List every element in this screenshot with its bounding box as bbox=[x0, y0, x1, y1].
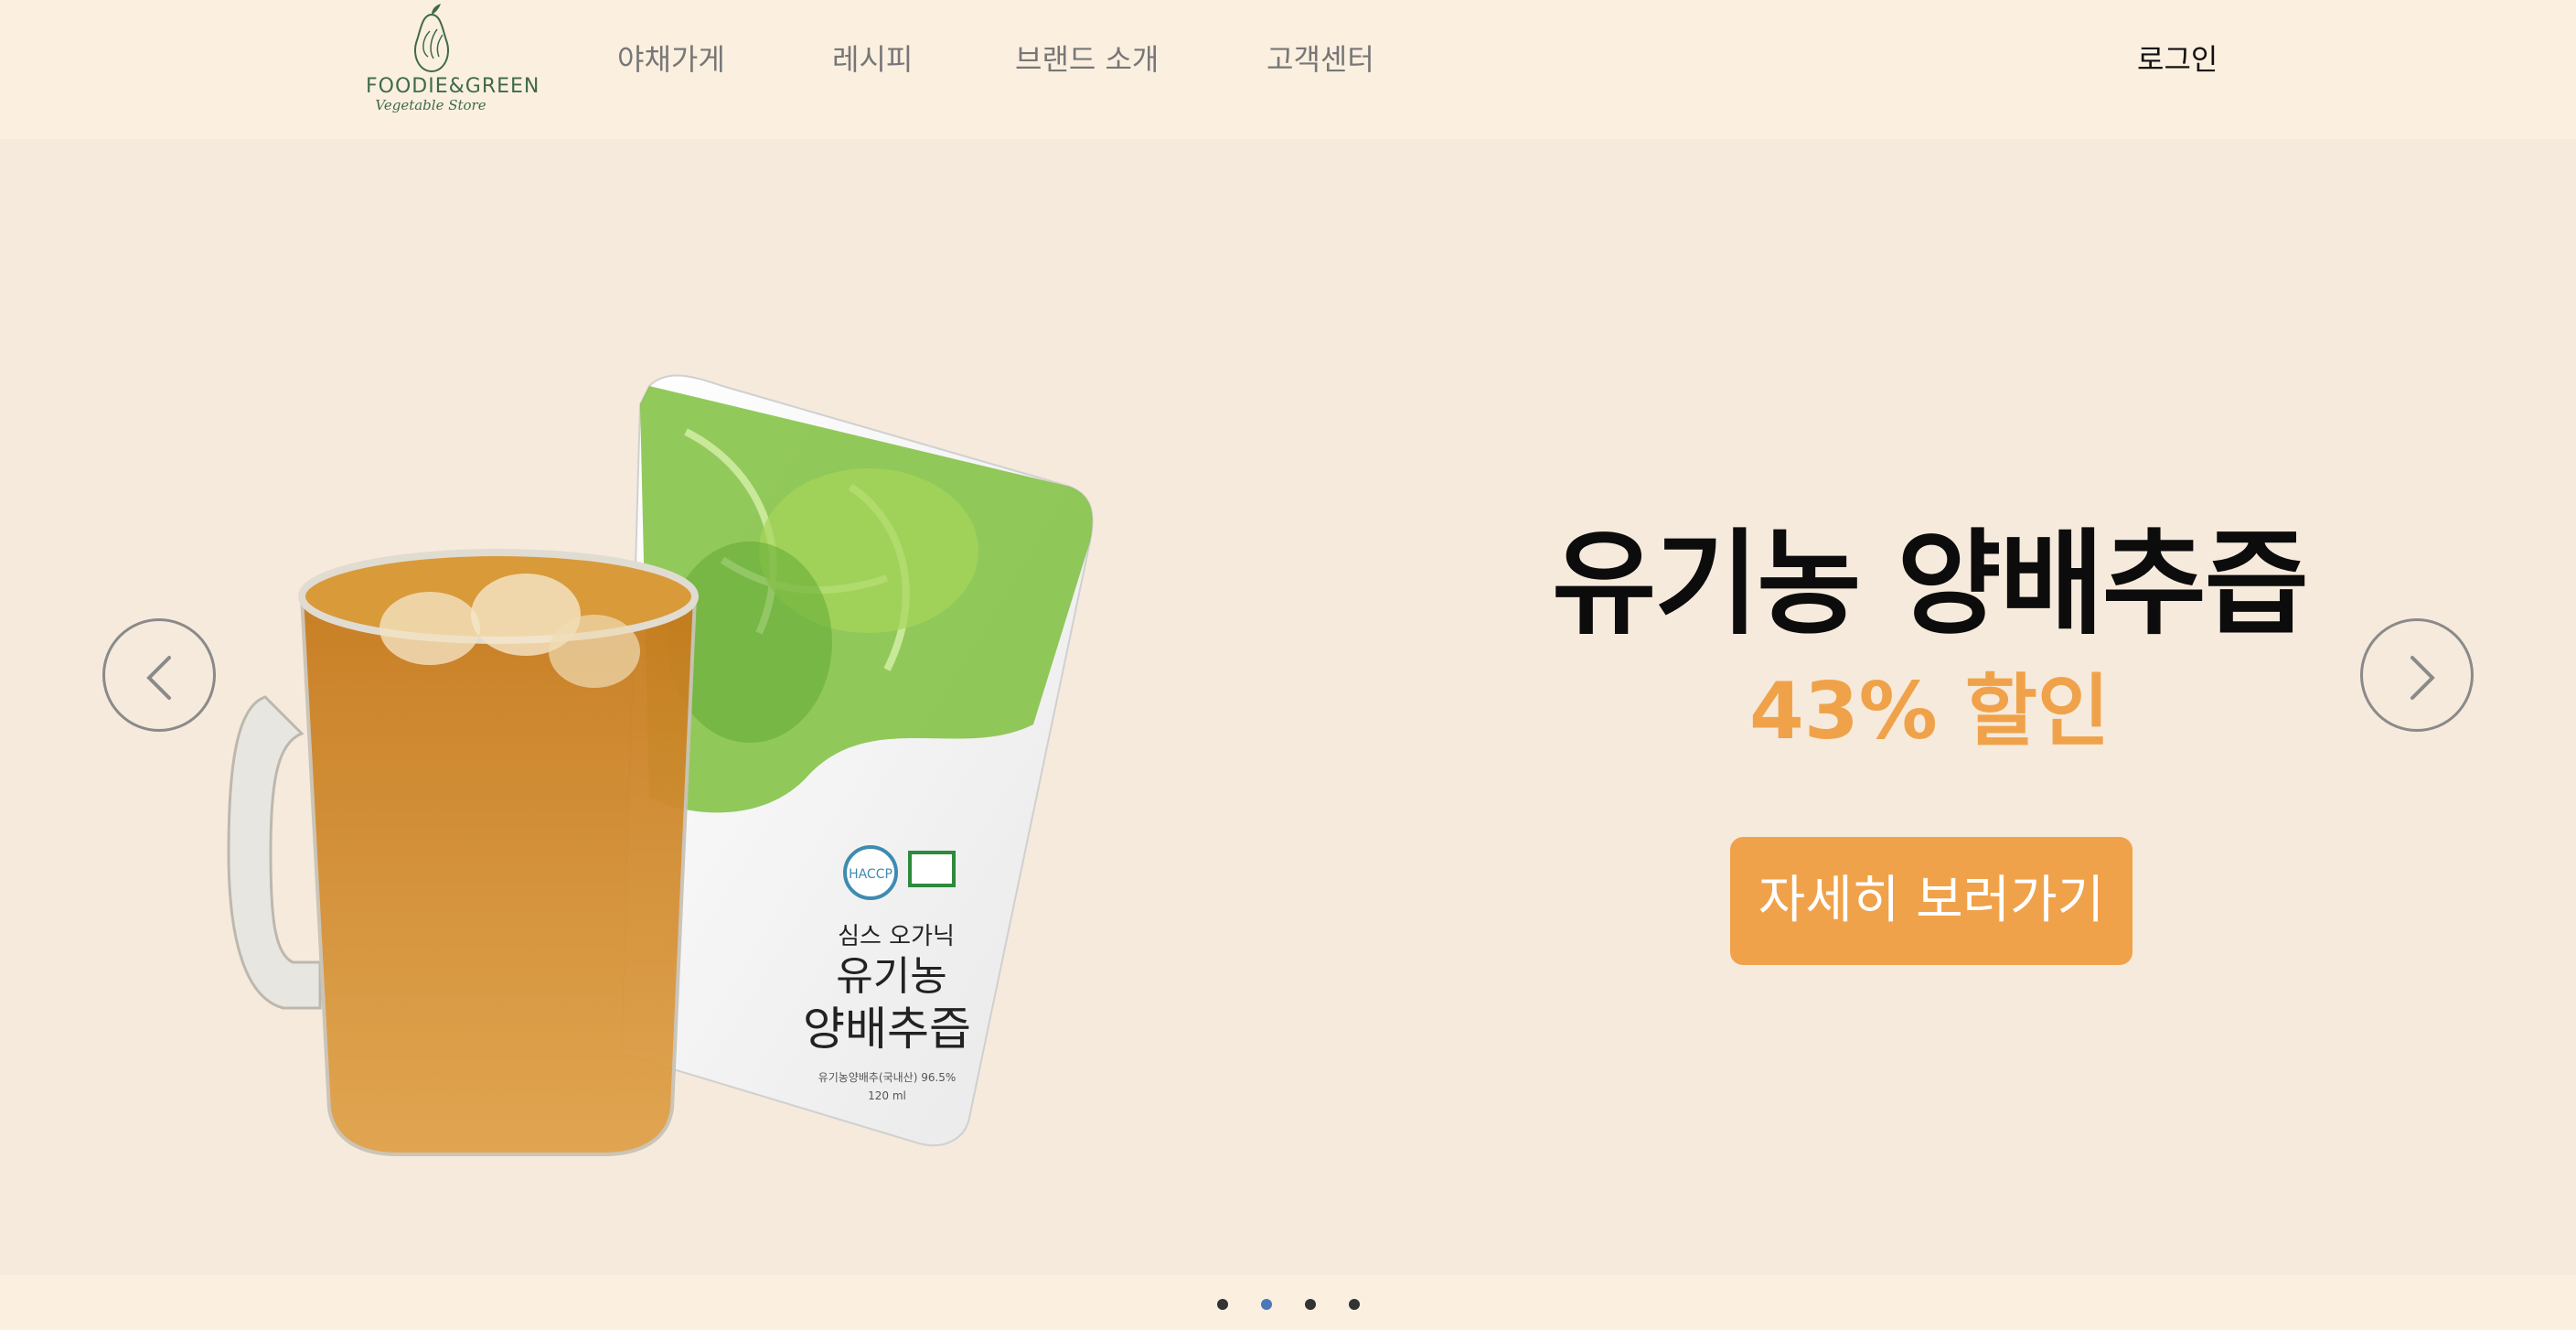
view-details-button[interactable]: 자세히 보러가기 bbox=[1730, 837, 2132, 965]
chevron-left-icon bbox=[146, 656, 171, 700]
pouch-line2: 양배추즙 bbox=[803, 1003, 971, 1056]
pouch-line1: 유기농 bbox=[836, 953, 946, 1000]
pouch-maker: 심스 오가닉 bbox=[838, 923, 955, 950]
chevron-right-icon bbox=[2410, 656, 2435, 700]
nav-item-vegetable-store[interactable]: 야채가게 bbox=[617, 37, 725, 79]
avocado-logo-icon bbox=[414, 4, 449, 73]
login-link[interactable]: 로그인 bbox=[2137, 37, 2218, 79]
pouch-volume: 120 ml bbox=[868, 1089, 906, 1102]
hero-discount: 43% 할인 bbox=[1748, 666, 2111, 757]
carousel-dot-4[interactable] bbox=[1349, 1299, 1360, 1310]
hero-headline: 유기농 양배추즙 bbox=[1552, 519, 2309, 650]
tea-glass bbox=[227, 549, 699, 1156]
carousel-dot-2[interactable] bbox=[1261, 1299, 1272, 1310]
carousel-dot-1[interactable] bbox=[1217, 1299, 1228, 1310]
carousel-next-button[interactable] bbox=[2360, 618, 2474, 732]
product-image: HACCP 심스 오가닉 유기농 양배추즙 유기농양배추(국내산) 96.5% … bbox=[227, 374, 1094, 1156]
pouch-small-print: 유기농양배추(국내산) 96.5% bbox=[818, 1071, 957, 1084]
nav-item-customer-center[interactable]: 고객센터 bbox=[1267, 37, 1374, 79]
hero-carousel: HACCP 심스 오가닉 유기농 양배추즙 유기농양배추(국내산) 96.5% … bbox=[0, 139, 2576, 1275]
brand-tagline: Vegetable Store bbox=[375, 97, 486, 113]
nav-item-recipes[interactable]: 레시피 bbox=[832, 37, 913, 79]
carousel-prev-button[interactable] bbox=[102, 618, 216, 732]
brand-name: FOODIE&GREEN bbox=[366, 75, 540, 98]
pouch-haccp-badge: HACCP bbox=[849, 867, 893, 882]
site-header: FOODIE&GREEN Vegetable Store 야채가게 레시피 브랜… bbox=[0, 0, 2576, 139]
juice-pouch: HACCP 심스 오가닉 유기농 양배추즙 유기농양배추(국내산) 96.5% … bbox=[620, 374, 1094, 1147]
carousel-dot-3[interactable] bbox=[1305, 1299, 1316, 1310]
brand-logo[interactable]: FOODIE&GREEN Vegetable Store bbox=[366, 0, 540, 119]
nav-item-brand-intro[interactable]: 브랜드 소개 bbox=[1015, 37, 1159, 79]
